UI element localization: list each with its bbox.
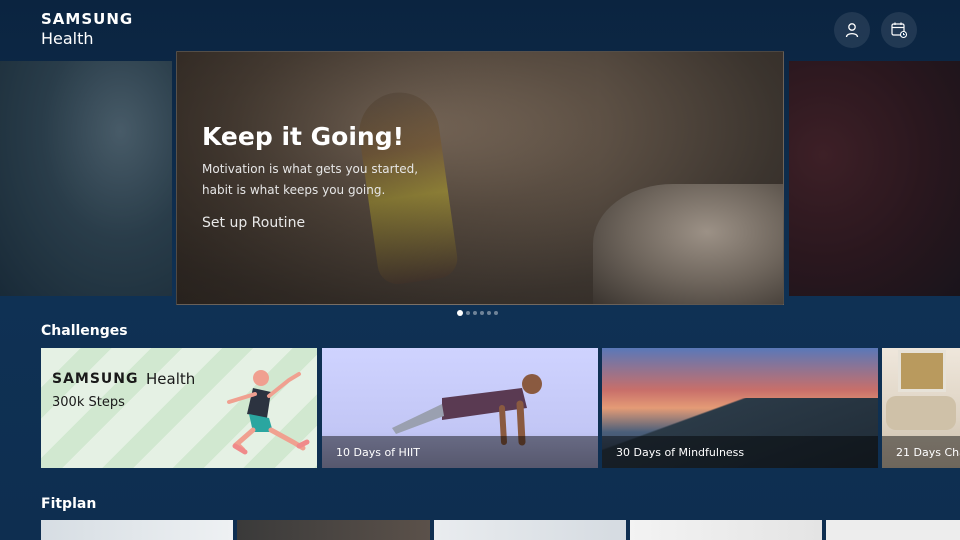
hero-title: Keep it Going! [202,122,405,151]
logo-product: Health [41,29,94,48]
challenges-heading: Challenges [41,323,128,339]
carousel-slide-previous[interactable] [0,61,172,296]
card-brand: SAMSUNG [52,371,139,387]
setup-routine-link[interactable]: Set up Routine [202,215,305,231]
card-product: Health [146,370,196,388]
wall-frame [898,350,946,392]
challenge-card-21-days[interactable]: 21 Days Cha [882,348,960,468]
card-label: 21 Days Cha [896,446,960,459]
slide-dim-overlay [0,61,172,296]
slide-dim-overlay [789,61,960,296]
schedule-icon [891,22,908,39]
fitplan-card[interactable] [434,520,626,540]
fitplan-heading: Fitplan [41,496,97,512]
pagination-dot-active[interactable] [457,310,463,316]
card-subtitle: 300k Steps [52,395,125,410]
profile-button[interactable] [834,12,870,48]
sofa [886,396,956,430]
fitplan-card[interactable] [237,520,430,540]
card-label: 30 Days of Mindfulness [616,446,745,459]
carousel-pagination [457,310,498,316]
runner-illustration-icon [227,370,310,455]
fitplan-card[interactable] [826,520,960,540]
hero-description: Motivation is what gets you started, hab… [202,162,419,197]
pagination-dot[interactable] [487,311,491,315]
pagination-dot[interactable] [480,311,484,315]
hero-banner[interactable]: Keep it Going! Motivation is what gets y… [176,51,784,305]
challenge-card-hiit[interactable]: 10 Days of HIIT [322,348,598,468]
challenge-card-300k-steps[interactable]: SAMSUNG Health 300k Steps [41,348,317,468]
pagination-dot[interactable] [473,311,477,315]
card-label: 10 Days of HIIT [336,446,421,459]
fitplan-card[interactable] [630,520,822,540]
samsung-health-logo: SAMSUNG Health [41,12,133,47]
schedule-button[interactable] [881,12,917,48]
challenge-card-mindfulness[interactable]: 30 Days of Mindfulness [602,348,878,468]
pagination-dot[interactable] [494,311,498,315]
logo-brand: SAMSUNG [41,10,134,28]
fitplan-card[interactable] [41,520,233,540]
profile-icon [845,23,859,38]
pagination-dot[interactable] [466,311,470,315]
carousel-slide-next[interactable] [789,61,960,296]
